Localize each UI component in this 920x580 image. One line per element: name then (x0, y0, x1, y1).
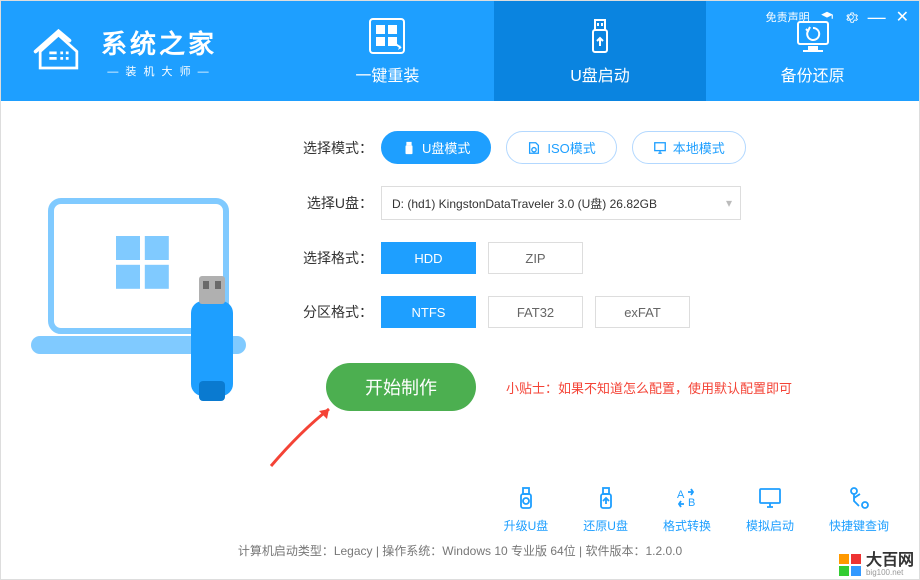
monitor-icon (653, 141, 667, 155)
logo-title: 系统之家 (101, 24, 217, 61)
app-window: 免责声明 — ✕ 系统之家 — 装 机 大 师 — 一键重装 (0, 0, 920, 580)
content: 选择模式： U盘模式 ISO模式 本地模式 选择U盘： D: (hd1) Kin… (1, 101, 919, 446)
tool-upgrade[interactable]: 升级U盘 (504, 485, 549, 534)
mode-iso-button[interactable]: ISO模式 (506, 131, 616, 164)
format-zip-button[interactable]: ZIP (488, 242, 583, 274)
partition-ntfs-button[interactable]: NTFS (381, 296, 476, 328)
tool-convert[interactable]: AB 格式转换 (663, 485, 711, 534)
close-button[interactable]: ✕ (896, 7, 909, 27)
tab-reinstall[interactable]: 一键重装 (281, 1, 494, 101)
start-button[interactable]: 开始制作 (326, 363, 476, 411)
graduation-icon[interactable] (820, 10, 834, 24)
tool-hotkey[interactable]: 快捷键查询 (829, 485, 889, 534)
tab-usb[interactable]: U盘启动 (494, 1, 707, 101)
drive-label: 选择U盘： (296, 193, 381, 213)
tip-text: 小贴士：如果不知道怎么配置，使用默认配置即可 (506, 378, 792, 397)
drive-row: 选择U盘： D: (hd1) KingstonDataTraveler 3.0 … (296, 186, 884, 220)
logo-subtitle: — 装 机 大 师 — (101, 63, 217, 79)
mode-row: 选择模式： U盘模式 ISO模式 本地模式 (296, 131, 884, 164)
tab-backup-label: 备份还原 (781, 62, 845, 86)
header: 免责声明 — ✕ 系统之家 — 装 机 大 师 — 一键重装 (1, 1, 919, 101)
laptop-usb-illustration (21, 181, 271, 441)
usb-boot-icon (580, 16, 620, 56)
partition-label: 分区格式： (296, 302, 381, 322)
partition-fat32-button[interactable]: FAT32 (488, 296, 583, 328)
svg-text:A: A (677, 489, 685, 501)
partition-row: 分区格式： NTFS FAT32 exFAT (296, 296, 884, 328)
logo: 系统之家 — 装 机 大 师 — (1, 1, 281, 101)
mode-usb-button[interactable]: U盘模式 (381, 131, 491, 164)
format-row: 选择格式： HDD ZIP (296, 242, 884, 274)
svg-text:B: B (688, 497, 695, 509)
chevron-down-icon: ▾ (726, 196, 732, 210)
tab-usb-label: U盘启动 (570, 62, 630, 86)
iso-icon (527, 141, 541, 155)
tool-restore[interactable]: 还原U盘 (583, 485, 628, 534)
illustration (21, 131, 271, 446)
action-row: 开始制作 小贴士：如果不知道怎么配置，使用默认配置即可 (296, 363, 884, 411)
watermark-url: big100.net (866, 569, 914, 577)
logo-icon (31, 24, 86, 79)
watermark: 大百网 big100.net (839, 553, 914, 577)
mode-local-button[interactable]: 本地模式 (632, 131, 746, 164)
logo-text: 系统之家 — 装 机 大 师 — (101, 24, 217, 79)
form: 选择模式： U盘模式 ISO模式 本地模式 选择U盘： D: (hd1) Kin… (296, 131, 884, 446)
hotkey-icon (846, 485, 872, 511)
simulate-icon (757, 485, 783, 511)
restore-usb-icon (593, 485, 619, 511)
format-hdd-button[interactable]: HDD (381, 242, 476, 274)
drive-select[interactable]: D: (hd1) KingstonDataTraveler 3.0 (U盘) 2… (381, 186, 741, 220)
bottom-tools: 升级U盘 还原U盘 AB 格式转换 模拟启动 快捷键查询 (504, 485, 889, 534)
partition-exfat-button[interactable]: exFAT (595, 296, 690, 328)
tool-simulate[interactable]: 模拟启动 (746, 485, 794, 534)
upgrade-usb-icon (513, 485, 539, 511)
minimize-button[interactable]: — (868, 12, 886, 22)
mode-label: 选择模式： (296, 138, 381, 158)
drive-value: D: (hd1) KingstonDataTraveler 3.0 (U盘) 2… (392, 195, 657, 212)
usb-icon (402, 141, 416, 155)
format-label: 选择格式： (296, 248, 381, 268)
convert-icon: AB (674, 485, 700, 511)
statusbar: 计算机启动类型：Legacy | 操作系统：Windows 10 专业版 64位… (1, 542, 919, 559)
titlebar: 免责声明 — ✕ (766, 7, 909, 27)
disclaimer-link[interactable]: 免责声明 (766, 9, 810, 25)
tab-reinstall-label: 一键重装 (355, 62, 419, 86)
gear-icon[interactable] (844, 10, 858, 24)
watermark-text: 大百网 (866, 553, 914, 569)
windows-install-icon (367, 16, 407, 56)
watermark-logo-icon (839, 554, 861, 576)
